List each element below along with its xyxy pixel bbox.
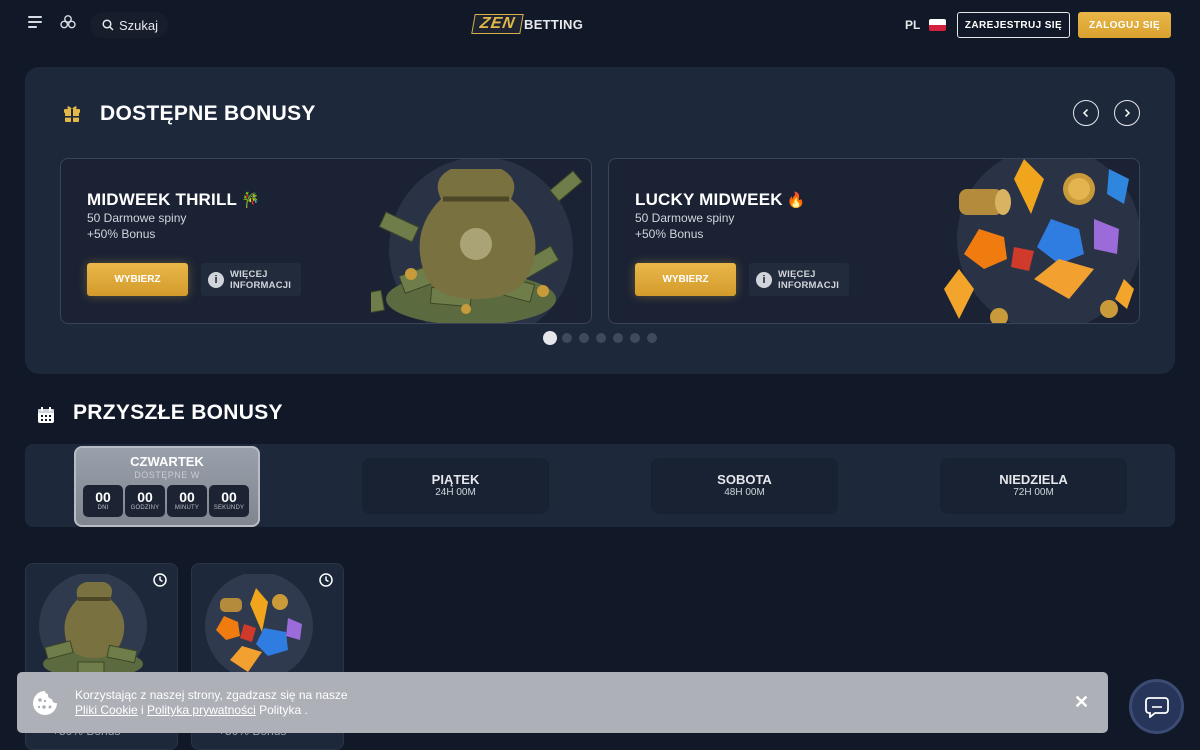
cookie-line1: Korzystając z naszej strony, zgadzasz si… <box>75 688 348 702</box>
close-icon[interactable]: ✕ <box>1074 692 1089 713</box>
chat-button[interactable] <box>1129 679 1184 734</box>
day-time: 48H 00M <box>724 487 765 498</box>
cookie-message: Korzystając z naszej strony, zgadzasz si… <box>75 688 348 718</box>
card-free-spins: 50 Darmowe spiny <box>635 211 735 225</box>
carousel-prev-button[interactable] <box>1073 100 1099 126</box>
money-bag-image <box>39 574 147 680</box>
clock-icon <box>153 573 167 587</box>
countdown-minutes: 00 MINUTY <box>167 485 207 517</box>
poland-flag-icon <box>929 19 947 31</box>
chevron-left-icon <box>1082 108 1089 118</box>
more-info-line2: INFORMACJI <box>230 279 292 291</box>
money-bag-image <box>371 159 583 323</box>
choose-bonus-button[interactable]: WYBIERZ <box>87 263 188 296</box>
hamburger-icon[interactable] <box>28 16 42 30</box>
more-info-line1: WIĘCEJ <box>230 268 268 280</box>
clock-icon <box>319 573 333 587</box>
chevron-right-icon <box>1124 108 1131 118</box>
site-logo[interactable]: ZEN BETTING <box>471 14 584 34</box>
calendar-icon <box>38 407 54 423</box>
countdown-timer: 00 DNI 00 GODZINY 00 MINUTY 00 SEKUNDY <box>83 485 251 517</box>
countdown-hours: 00 GODZINY <box>125 485 165 517</box>
card-title: MIDWEEK THRILL 🎋 <box>87 190 260 210</box>
register-button[interactable]: ZAREJESTRUJ SIĘ <box>957 12 1070 38</box>
info-icon: i <box>208 271 224 288</box>
available-bonuses-panel: DOSTĘPNE BONUSY MIDWEEK THRILL� <box>25 67 1175 374</box>
search-button[interactable]: Szukaj <box>90 12 168 38</box>
day-tab-saturday[interactable]: SOBOTA 48H 00M <box>651 458 838 514</box>
privacy-policy-link[interactable]: Polityka prywatności <box>147 703 256 717</box>
countdown-label: DNI <box>97 505 109 511</box>
card-free-spins: 50 Darmowe spiny <box>87 211 187 225</box>
more-info-label: WIĘCEJ INFORMACJI <box>778 269 839 291</box>
countdown-value: 00 <box>179 489 195 505</box>
card-bonus-percent: +50% Bonus <box>635 227 704 241</box>
top-header: Szukaj ZEN BETTING PL ZAREJESTRUJ SIĘ ZA… <box>0 0 1200 50</box>
clover-icon[interactable] <box>60 14 76 32</box>
gems-image <box>205 574 313 680</box>
countdown-value: 00 <box>137 489 153 505</box>
card-title: LUCKY MIDWEEK 🔥 <box>635 190 806 210</box>
countdown-label: SEKUNDY <box>213 505 245 511</box>
card-title-text: MIDWEEK THRILL <box>87 190 238 209</box>
more-info-button[interactable]: i WIĘCEJ INFORMACJI <box>749 263 849 296</box>
day-tab-sunday[interactable]: NIEDZIELA 72H 00M <box>940 458 1127 514</box>
info-icon: i <box>756 271 772 288</box>
carousel-dot[interactable] <box>562 333 572 343</box>
day-name: SOBOTA <box>717 472 772 487</box>
upcoming-bonuses-title: PRZYSZŁE BONUSY <box>73 401 283 424</box>
carousel-dot[interactable] <box>543 331 557 345</box>
day-name: CZWARTEK <box>130 454 204 469</box>
logo-betting: BETTING <box>524 16 584 32</box>
more-info-label: WIĘCEJ INFORMACJI <box>230 269 291 291</box>
login-button[interactable]: ZALOGUJ SIĘ <box>1078 12 1171 38</box>
day-available-label: DOSTĘPNE W <box>134 470 200 480</box>
search-icon <box>102 19 114 31</box>
language-selector[interactable]: PL <box>905 18 947 32</box>
chat-icon <box>1144 696 1169 718</box>
countdown-seconds: 00 SEKUNDY <box>209 485 249 517</box>
carousel-dot[interactable] <box>579 333 589 343</box>
carousel-dot[interactable] <box>647 333 657 343</box>
cookie-icon <box>33 691 57 715</box>
day-time: 72H 00M <box>1013 487 1054 498</box>
more-info-line1: WIĘCEJ <box>778 268 816 280</box>
choose-bonus-button[interactable]: WYBIERZ <box>635 263 736 296</box>
countdown-label: MINUTY <box>174 505 200 511</box>
fire-emoji-icon: 🔥 <box>786 192 806 209</box>
carousel-next-button[interactable] <box>1114 100 1140 126</box>
day-name: NIEDZIELA <box>999 472 1068 487</box>
more-info-line2: INFORMACJI <box>778 279 840 291</box>
cookie-line2: Pliki Cookie i Polityka prywatności Poli… <box>75 703 348 718</box>
countdown-value: 00 <box>95 489 111 505</box>
gems-image <box>944 159 1139 323</box>
bamboo-emoji-icon: 🎋 <box>241 192 261 209</box>
cookie-connector: i <box>137 703 148 717</box>
countdown-days: 00 DNI <box>83 485 123 517</box>
logo-zen: ZEN <box>471 14 524 34</box>
bonus-card-midweek-thrill: MIDWEEK THRILL 🎋 50 Darmowe spiny +50% Bo… <box>60 158 592 324</box>
search-label: Szukaj <box>119 17 159 33</box>
countdown-label: GODZINY <box>130 505 160 511</box>
available-bonuses-title: DOSTĘPNE BONUSY <box>100 102 316 125</box>
bonus-card-lucky-midweek: LUCKY MIDWEEK 🔥 50 Darmowe spiny +50% Bon… <box>608 158 1140 324</box>
language-label: PL <box>905 18 921 32</box>
day-tab-thursday[interactable]: CZWARTEK DOSTĘPNE W 00 DNI 00 GODZINY 00… <box>74 446 260 527</box>
carousel-dot[interactable] <box>596 333 606 343</box>
card-bonus-percent: +50% Bonus <box>87 227 156 241</box>
card-title-text: LUCKY MIDWEEK <box>635 190 783 209</box>
gift-icon <box>64 106 80 122</box>
day-time: 24H 00M <box>435 487 476 498</box>
day-name: PIĄTEK <box>431 472 480 487</box>
cookie-consent-bar: Korzystając z naszej strony, zgadzasz si… <box>17 672 1108 733</box>
more-info-button[interactable]: i WIĘCEJ INFORMACJI <box>201 263 301 296</box>
carousel-dot[interactable] <box>613 333 623 343</box>
cookie-policy-link[interactable]: Pliki Cookie <box>75 703 138 717</box>
countdown-value: 00 <box>221 489 237 505</box>
day-tab-friday[interactable]: PIĄTEK 24H 00M <box>362 458 549 514</box>
carousel-pagination <box>543 331 664 345</box>
cookie-tail: Polityka . <box>255 703 308 717</box>
carousel-dot[interactable] <box>630 333 640 343</box>
